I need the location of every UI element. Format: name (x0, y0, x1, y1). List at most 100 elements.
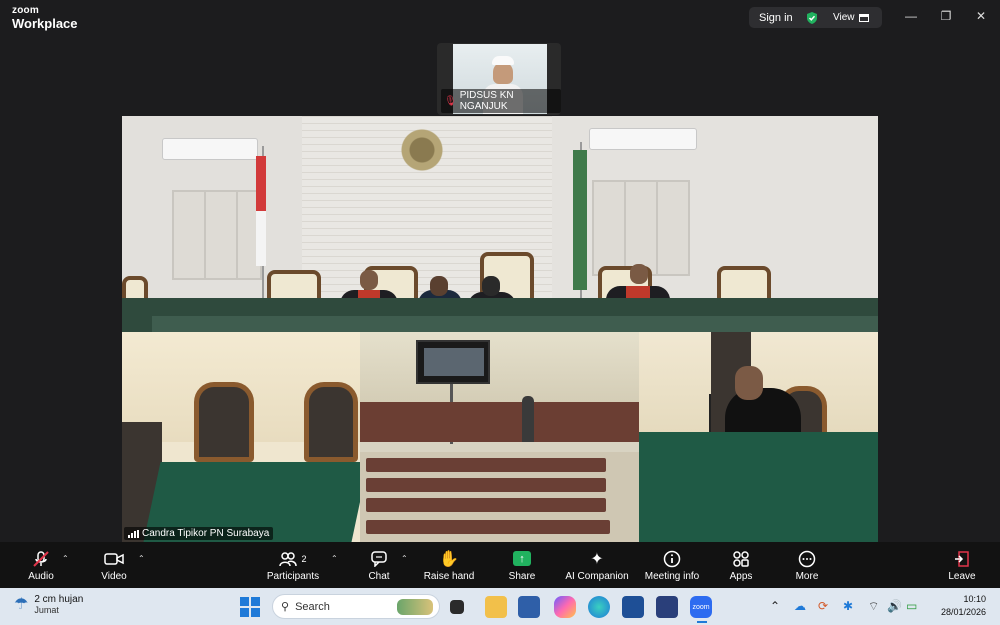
meeting-toolbar: Audio ⌃ Video ⌃ 2 Participants ⌃ Chat ⌃ … (0, 542, 1000, 588)
air-conditioner-left (162, 138, 258, 160)
battery-icon[interactable]: ▭ (906, 599, 917, 613)
raise-hand-icon: ✋ (439, 550, 459, 568)
garuda-emblem (394, 126, 450, 186)
more-dots-icon (798, 549, 816, 569)
onedrive-icon[interactable]: ☁ (794, 599, 806, 613)
minimize-button[interactable]: — (896, 6, 926, 26)
mic-muted-icon: 🎙 (444, 95, 457, 107)
apps-button[interactable]: Apps (726, 542, 756, 588)
signal-strength-icon (128, 529, 139, 538)
ai-companion-button[interactable]: ✦ AI Companion (564, 542, 630, 588)
lawyer-table (639, 432, 878, 542)
more-label: More (795, 570, 819, 582)
tray-overflow-chevron-icon[interactable]: ⌃ (770, 599, 780, 613)
video-tile-gallery-room[interactable] (360, 332, 639, 542)
clock-time: 10:10 (963, 594, 986, 604)
close-button[interactable]: ✕ (966, 6, 996, 26)
video-camera-icon (104, 549, 124, 569)
air-conditioner-right (589, 128, 697, 150)
chat-label: Chat (368, 570, 390, 582)
wifi-icon[interactable]: ⌔ (868, 599, 879, 614)
participants-icon: 2 (279, 549, 307, 569)
audio-label: Audio (28, 570, 54, 582)
meeting-info-label: Meeting info (644, 570, 700, 582)
court-flag (573, 150, 587, 290)
share-label: Share (508, 570, 536, 582)
indonesian-flag (256, 156, 266, 266)
sign-in-button[interactable]: Sign in (749, 12, 805, 24)
zoom-taskbar-icon[interactable]: zoom (690, 596, 712, 618)
leave-door-icon (953, 549, 971, 569)
raise-hand-button[interactable]: ✋ Raise hand (422, 542, 476, 588)
share-button[interactable]: ↑ Share (506, 542, 538, 588)
sync-icon[interactable]: ⟳ (818, 599, 828, 613)
windows-taskbar: ☂ 2 cm hujan Jumat ⚲ Search zoom ⌃ ☁ ⟳ ✱… (0, 588, 1000, 625)
leave-button[interactable]: Leave (946, 542, 978, 588)
volume-icon[interactable]: 🔊 (887, 599, 902, 613)
bluetooth-icon[interactable]: ✱ (843, 599, 853, 613)
participant-thumbnail[interactable]: 🎙 PIDSUS KN NGANJUK (437, 43, 561, 115)
video-tile-courtroom[interactable] (122, 116, 878, 332)
weather-line2: Jumat (34, 605, 59, 615)
video-gallery: Candra Tipikor PN Surabaya (122, 116, 878, 542)
leave-label: Leave (948, 570, 976, 582)
weather-widget[interactable]: ☂ 2 cm hujan Jumat (14, 594, 83, 615)
pew-3 (366, 498, 606, 512)
video-tile-candra[interactable]: Candra Tipikor PN Surabaya (122, 332, 360, 542)
monitor-screen (416, 340, 490, 384)
file-explorer-icon[interactable] (485, 596, 507, 618)
participant-name-label: Candra Tipikor PN Surabaya (124, 527, 274, 540)
taskbar-search[interactable]: ⚲ Search (272, 594, 440, 619)
window-left (172, 190, 262, 280)
ai-sparkle-icon: ✦ (590, 550, 604, 568)
participants-label: Participants (266, 570, 320, 582)
windows-start-icon[interactable] (240, 597, 260, 617)
meeting-info-button[interactable]: Meeting info (642, 542, 702, 588)
chat-button[interactable]: Chat (364, 542, 394, 588)
search-highlight-image (397, 599, 433, 615)
video-options-chevron-icon[interactable]: ⌃ (138, 554, 145, 563)
video-label: Video (101, 570, 127, 582)
chat-options-chevron-icon[interactable]: ⌃ (401, 554, 408, 563)
standing-person (522, 396, 534, 442)
restore-button[interactable]: ❐ (931, 6, 961, 26)
task-view-icon[interactable] (450, 600, 464, 614)
verified-shield-icon[interactable] (805, 11, 819, 25)
security-shield-icon[interactable] (622, 596, 644, 618)
wooden-partition (360, 402, 639, 442)
pinned-app-icon[interactable] (656, 596, 678, 618)
pew-1 (366, 458, 606, 472)
audio-button[interactable]: Audio (22, 542, 60, 588)
thumbnail-label: 🎙 PIDSUS KN NGANJUK (441, 89, 561, 113)
empty-chair-right (304, 382, 358, 462)
apps-icon (732, 549, 750, 569)
view-label: View (833, 12, 855, 23)
account-group: Sign in View (749, 7, 882, 28)
participants-button[interactable]: 2 Participants (262, 542, 324, 588)
copilot-icon[interactable] (554, 596, 576, 618)
view-button[interactable]: View (833, 12, 869, 23)
participant-name: Candra Tipikor PN Surabaya (142, 528, 270, 539)
weather-line1: 2 cm hujan (34, 594, 84, 605)
thumbnail-name: PIDSUS KN NGANJUK (459, 90, 514, 112)
video-tile-lawyer[interactable] (639, 332, 878, 542)
store-icon[interactable] (518, 596, 540, 618)
video-button[interactable]: Video (96, 542, 132, 588)
raise-hand-label: Raise hand (423, 570, 475, 582)
room-wall (360, 332, 639, 402)
search-icon: ⚲ (281, 601, 290, 613)
clock-date: 28/01/2026 (940, 607, 986, 617)
active-app-indicator (697, 621, 707, 623)
more-button[interactable]: More (792, 542, 822, 588)
system-clock[interactable]: 10:10 28/01/2026 (941, 593, 986, 619)
ai-companion-label: AI Companion (565, 570, 629, 582)
info-icon (663, 549, 681, 569)
edge-browser-icon[interactable] (588, 596, 610, 618)
window-right (592, 180, 690, 276)
audio-options-chevron-icon[interactable]: ⌃ (62, 554, 69, 563)
share-screen-icon: ↑ (513, 549, 531, 569)
participants-options-chevron-icon[interactable]: ⌃ (331, 554, 338, 563)
title-bar: zoom Workplace Sign in View — ❐ ✕ (0, 0, 1000, 36)
zoom-logo: zoom Workplace (12, 6, 78, 31)
chat-bubble-icon (370, 549, 388, 569)
